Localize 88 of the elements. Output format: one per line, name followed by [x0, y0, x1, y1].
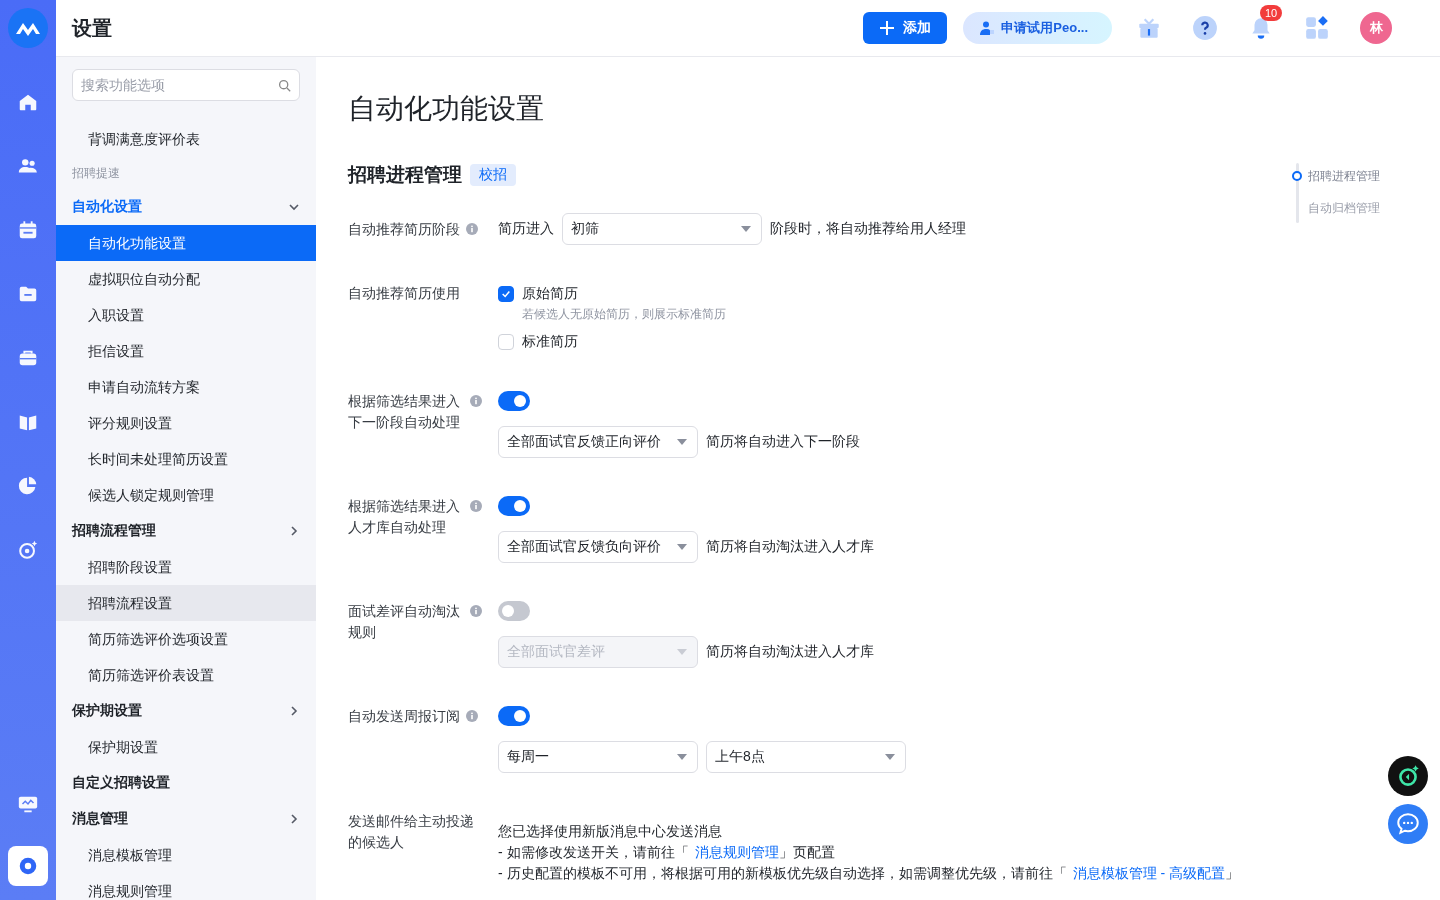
check-icon [501, 289, 511, 299]
field-label: 自动发送周报订阅 [348, 707, 460, 726]
field-text: 简历将自动淘汰进入人才库 [706, 643, 874, 661]
menu-item[interactable]: 长时间未处理简历设置 [56, 441, 316, 477]
chevron-right-icon [288, 525, 300, 537]
toggle-switch[interactable] [498, 391, 530, 411]
nav-item[interactable] [8, 846, 48, 886]
caret-down-icon [885, 754, 895, 760]
field-label: 面试差评自动淘汰规则 [348, 602, 461, 642]
tag: 校招 [470, 164, 516, 186]
menu-item[interactable]: 拒信设置 [56, 333, 316, 369]
dropdown[interactable]: 全部面试官反馈正向评价 [498, 426, 698, 458]
chat-button[interactable] [1388, 804, 1428, 844]
caret-down-icon [677, 649, 687, 655]
help-icon[interactable] [1192, 15, 1218, 41]
notice-text: - 如需修改发送开关，请前往「 [498, 844, 689, 860]
menu-item[interactable]: 背调满意度评价表 [56, 121, 316, 157]
checkbox-option[interactable]: 原始简历 [498, 283, 578, 305]
menu-item[interactable]: 自动化功能设置 [56, 225, 316, 261]
caret-down-icon [677, 754, 687, 760]
pie-chart-icon [17, 475, 39, 497]
field-text: 阶段时，将自动推荐给用人经理 [770, 220, 966, 238]
field-label: 自动推荐简历阶段 [348, 220, 460, 239]
notice-text: - 历史配置的模板不可用，将根据可用的新模板优先级自动选择，如需调整优先级，请前往「 [498, 865, 1067, 881]
menu-group[interactable]: 消息管理 [56, 801, 316, 837]
menu-item[interactable]: 入职设置 [56, 297, 316, 333]
anchor-link[interactable]: 招聘进程管理 [1308, 167, 1380, 185]
menu-item[interactable]: 候选人锁定规则管理 [56, 477, 316, 513]
target-icon [17, 539, 39, 561]
caret-down-icon [677, 544, 687, 550]
notice-text: 」页配置 [778, 844, 835, 860]
menu-item[interactable]: 消息规则管理 [56, 873, 316, 900]
chat-icon [1395, 811, 1421, 837]
person-icon [979, 20, 996, 36]
field-label: 自动推荐简历使用 [348, 284, 460, 303]
field-text: 简历进入 [498, 220, 554, 238]
menu-item[interactable]: 招聘阶段设置 [56, 549, 316, 585]
caret-down-icon [677, 439, 687, 445]
chevron-right-icon [288, 813, 300, 825]
menu-item[interactable]: 简历筛选评价选项设置 [56, 621, 316, 657]
notice-text: 您已选择使用新版消息中心发送消息 [498, 823, 722, 839]
logo-icon [8, 8, 48, 48]
menu-item[interactable]: 消息模板管理 [56, 837, 316, 873]
section-title: 招聘进程管理 [348, 163, 462, 187]
field-label: 根据筛选结果进入下一阶段自动处理 [348, 392, 461, 432]
apps-icon[interactable] [1304, 15, 1330, 41]
search-icon [278, 79, 291, 92]
checkbox-option[interactable]: 标准简历 [498, 331, 578, 353]
search-field[interactable]: 搜索功能选项 [72, 69, 300, 101]
dropdown[interactable]: 上午8点 [706, 741, 906, 773]
menu-item[interactable]: 简历筛选评价表设置 [56, 657, 316, 693]
settings-icon [17, 855, 39, 877]
menu-group[interactable]: 保护期设置 [56, 693, 316, 729]
toggle-switch[interactable] [498, 706, 530, 726]
menu-group[interactable]: 自定义招聘设置 [56, 765, 316, 801]
checkbox[interactable] [498, 286, 514, 302]
field-text: 简历将自动进入下一阶段 [706, 433, 860, 451]
field-label: 发送邮件给主动投递的候选人 [348, 812, 475, 852]
header-title: 设置 [72, 15, 112, 41]
plus-icon [879, 20, 896, 36]
link[interactable]: 消息规则管理 [694, 844, 779, 860]
caret-down-icon [741, 226, 751, 232]
toggle-switch[interactable] [498, 496, 530, 516]
menu-item[interactable]: 保护期设置 [56, 729, 316, 765]
add-button[interactable]: 添加 [863, 12, 948, 44]
menu-caption: 招聘提速 [71, 165, 121, 182]
menu-group[interactable]: 招聘流程管理 [56, 513, 316, 549]
chevron-down-icon [288, 201, 300, 213]
calendar-icon [17, 219, 39, 241]
field-label: 根据筛选结果进入人才库自动处理 [348, 497, 461, 537]
link[interactable]: 消息模板管理 - 高级配置 [1072, 865, 1225, 881]
trial-button[interactable]: 申请试用Peo... [963, 12, 1112, 44]
hint-text: 若候选人无原始简历，则展示标准简历 [522, 306, 726, 323]
page-title: 自动化功能设置 [348, 92, 545, 126]
menu-item[interactable]: 虚拟职位自动分配 [56, 261, 316, 297]
notification-badge: 10 [1260, 5, 1283, 21]
assistant-button[interactable] [1388, 756, 1428, 796]
menu-item[interactable]: 招聘流程设置 [56, 585, 316, 621]
toggle-switch[interactable] [498, 601, 530, 621]
dropdown[interactable]: 初筛 [562, 213, 762, 245]
menu-item[interactable]: 申请自动流转方案 [56, 369, 316, 405]
dropdown[interactable]: 每周一 [498, 741, 698, 773]
menu-group[interactable]: 自动化设置 [56, 189, 316, 225]
dropdown[interactable]: 全部面试官反馈负向评价 [498, 531, 698, 563]
field-text: 简历将自动淘汰进入人才库 [706, 538, 874, 556]
notice-text: 」 [1225, 865, 1239, 881]
chevron-right-icon [288, 705, 300, 717]
menu-item[interactable]: 评分规则设置 [56, 405, 316, 441]
